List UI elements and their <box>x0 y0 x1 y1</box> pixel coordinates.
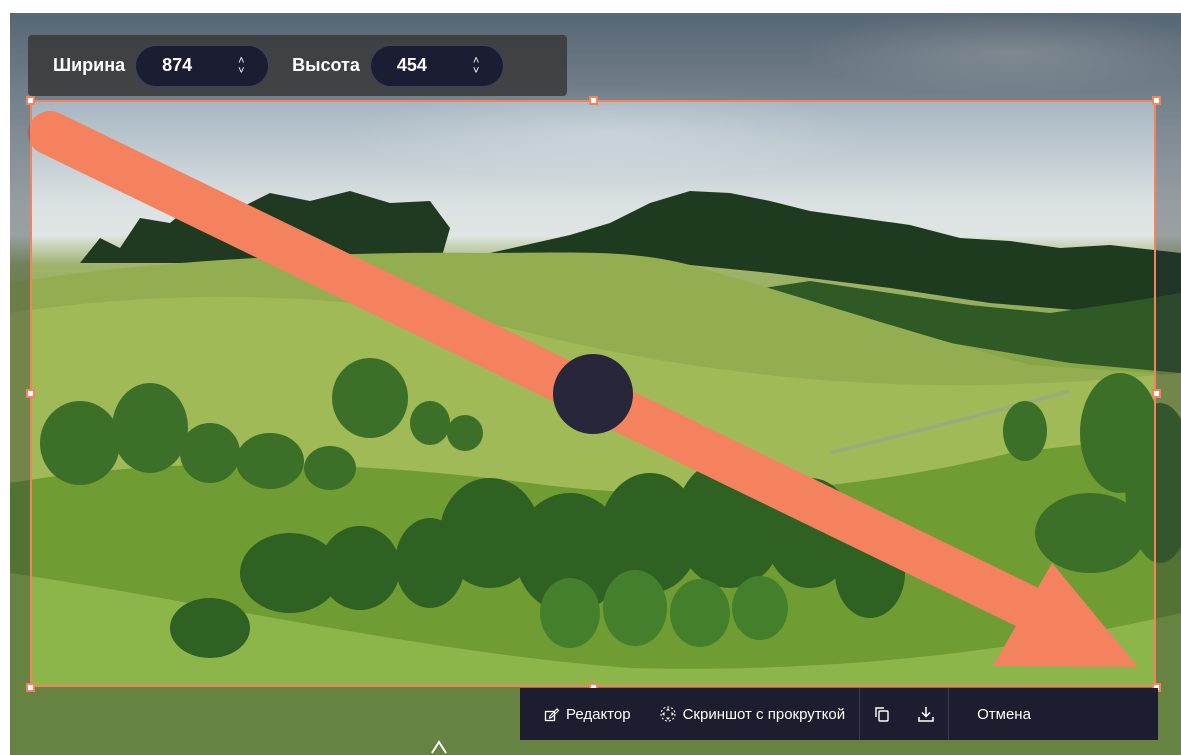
scroll-capture-icon <box>660 706 676 722</box>
resize-handle-top-right[interactable] <box>1152 96 1161 105</box>
resize-handle-right[interactable] <box>1152 389 1161 398</box>
height-value[interactable]: 454 <box>371 55 467 76</box>
width-stepper-arrows[interactable]: ˄ ˅ <box>238 55 244 76</box>
cancel-label: Отмена <box>977 705 1031 723</box>
action-bar: Редактор Скриншот с прокруткой Отмена <box>520 688 1158 740</box>
chevron-down-icon[interactable]: ˅ <box>473 65 479 76</box>
download-icon <box>918 707 934 722</box>
resize-handle-top-left[interactable] <box>26 96 35 105</box>
resize-handle-bottom-left[interactable] <box>26 683 35 692</box>
resize-handle-top[interactable] <box>589 96 598 105</box>
width-label: Ширина <box>53 55 126 75</box>
height-label: Высота <box>292 55 360 75</box>
cancel-button[interactable]: Отмена <box>949 688 1057 740</box>
move-handle[interactable] <box>553 354 633 434</box>
width-value[interactable]: 874 <box>136 55 232 76</box>
resize-handle-left[interactable] <box>26 389 35 398</box>
height-stepper-arrows[interactable]: ˄ ˅ <box>473 55 479 76</box>
chevron-up-icon[interactable]: ˄ <box>473 55 479 66</box>
scroll-screenshot-button[interactable]: Скриншот с прокруткой <box>645 688 860 740</box>
chevron-down-icon[interactable]: ˅ <box>238 65 244 76</box>
height-stepper[interactable]: 454 ˄ ˅ <box>369 44 504 87</box>
copy-button[interactable] <box>860 688 904 740</box>
chevron-up-icon[interactable]: ˄ <box>238 55 244 66</box>
download-button[interactable] <box>904 688 948 740</box>
cursor-icon <box>431 740 447 754</box>
width-stepper[interactable]: 874 ˄ ˅ <box>135 44 270 87</box>
dimensions-toolbar: Ширина 874 ˄ ˅ Высота 454 ˄ ˅ <box>28 35 567 96</box>
editor-button[interactable]: Редактор <box>520 688 645 740</box>
editor-label: Редактор <box>566 705 631 723</box>
copy-icon <box>875 707 889 722</box>
scroll-screenshot-label: Скриншот с прокруткой <box>682 705 846 723</box>
edit-icon <box>544 708 560 722</box>
